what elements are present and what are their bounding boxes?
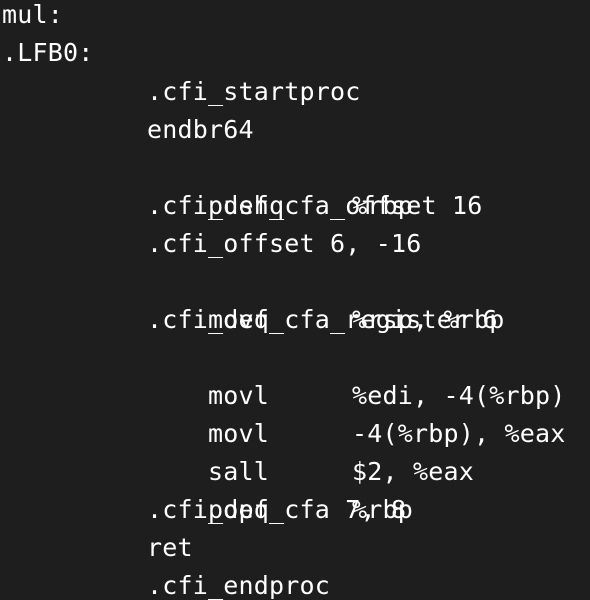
instruction-line: movl %edi, -4(%rbp) (147, 339, 566, 410)
instruction-line: ret (147, 533, 193, 562)
directive-line: .cfi_def_cfa_register 6 (147, 305, 498, 334)
instruction-line: sall $2, %eax (147, 415, 474, 486)
assembly-code-view[interactable]: mul: .LFB0: .cfi_startproc endbr64 pushq… (0, 0, 590, 600)
directive-line: .cfi_def_cfa 7, 8 (147, 495, 407, 524)
instruction-line: pushq %rbp (147, 149, 413, 220)
instruction-line: movl -4(%rbp), %eax (147, 377, 566, 448)
directive-line: .cfi_def_cfa_offset 16 (147, 191, 483, 220)
directive-line: .cfi_endproc (147, 571, 331, 600)
directive-line: .cfi_offset 6, -16 (147, 229, 422, 258)
instruction-line: popq %rbp (147, 453, 413, 524)
instruction-line: movq %rsp, %rbp (147, 263, 505, 334)
function-label: mul: (2, 0, 64, 29)
block-label: .LFB0: (2, 38, 94, 67)
directive-line: .cfi_startproc (147, 77, 361, 106)
instruction-line: endbr64 (147, 115, 254, 144)
